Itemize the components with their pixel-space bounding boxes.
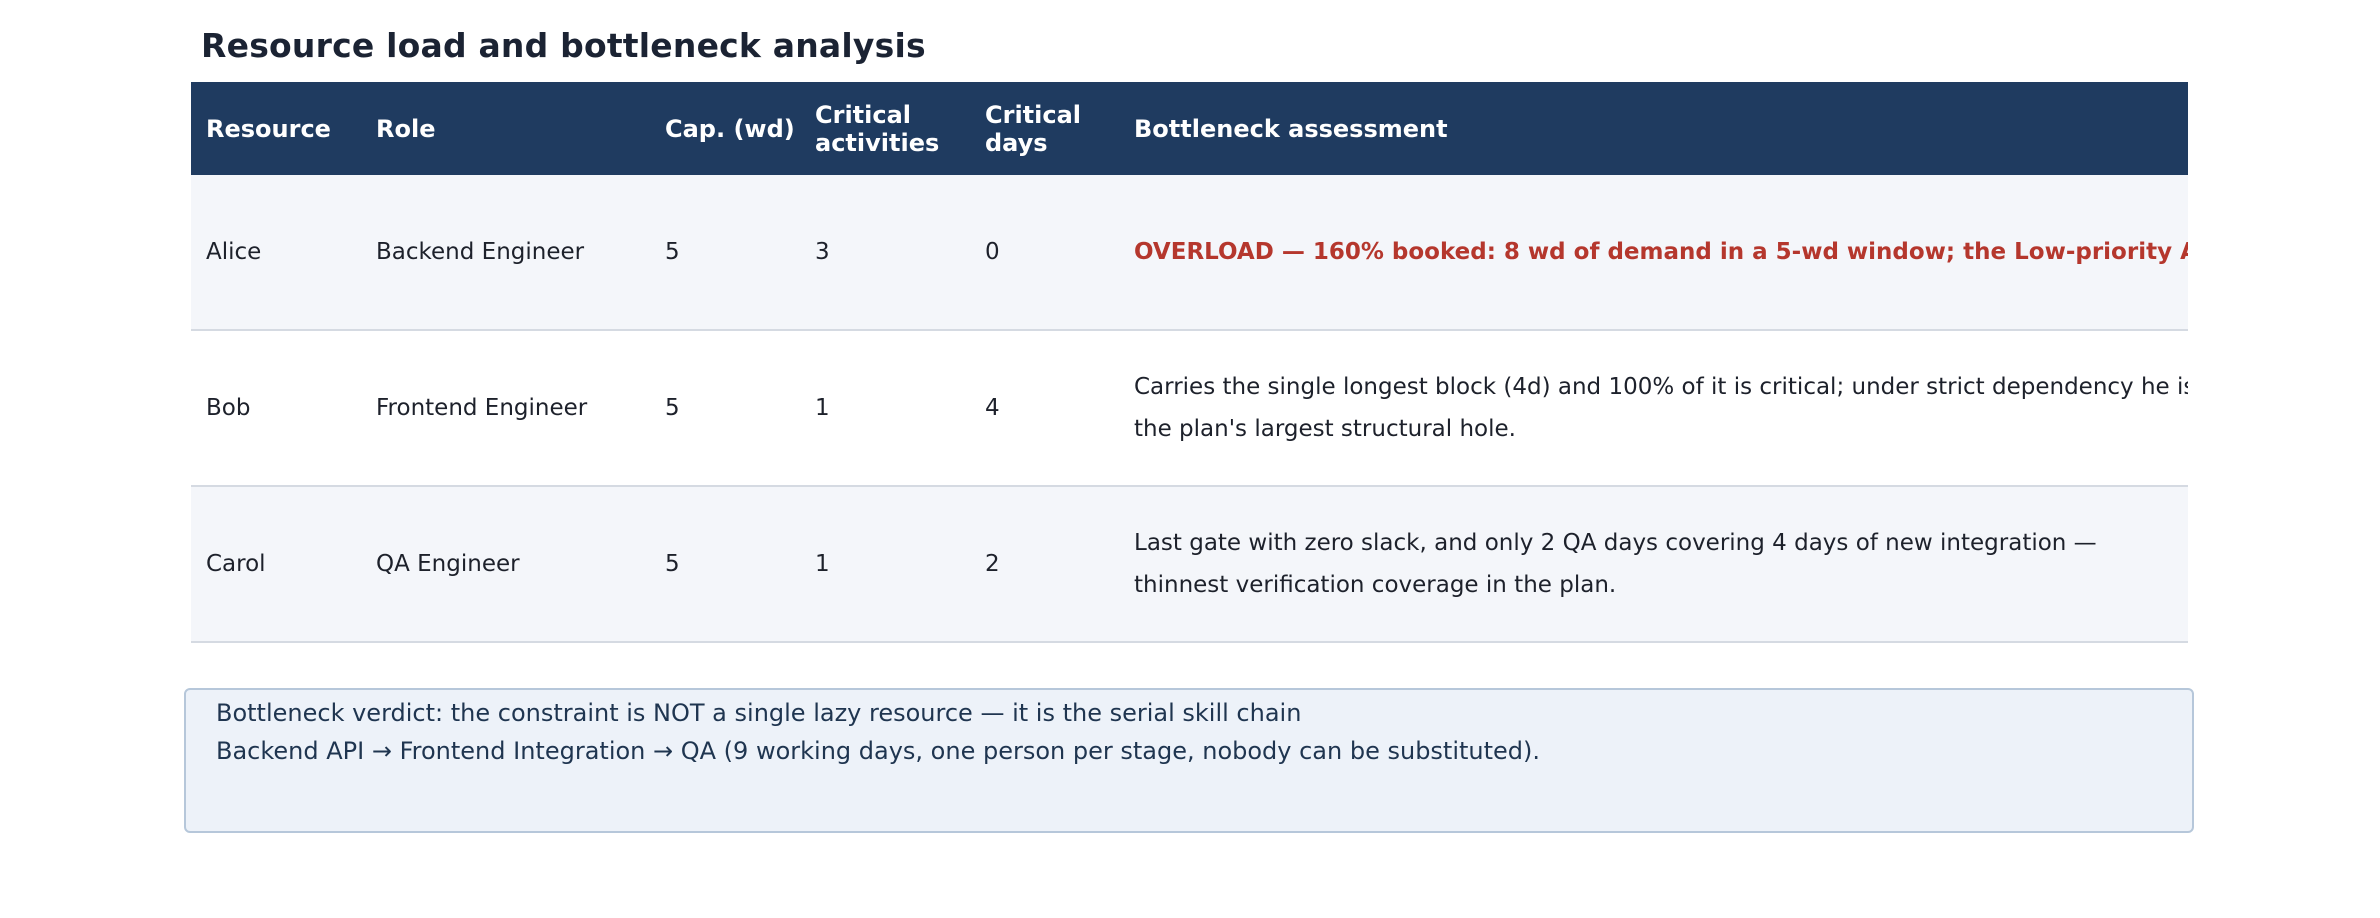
header-resource: Resource — [206, 114, 331, 143]
table-row: Carol QA Engineer 5 1 2 Last gate with z… — [191, 487, 2188, 643]
header-critical-activities: Critical activities — [815, 100, 940, 157]
cell-role: Frontend Engineer — [376, 395, 588, 421]
cell-capacity: 5 — [665, 239, 680, 265]
cell-critical-activities: 1 — [815, 395, 830, 421]
cell-role: Backend Engineer — [376, 239, 585, 265]
assessment-line: thinnest verification coverage in the pl… — [1134, 572, 1617, 598]
cell-resource: Carol — [206, 551, 266, 577]
cell-critical-days: 2 — [985, 551, 1000, 577]
table-row: Bob Frontend Engineer 5 1 4 Carries the … — [191, 331, 2188, 487]
bottleneck-verdict-box: Bottleneck verdict: the constraint is NO… — [184, 688, 2194, 833]
cell-critical-days: 4 — [985, 395, 1000, 421]
table-header-row: Resource Role Cap. (wd) Critical activit… — [191, 82, 2188, 175]
cell-role: QA Engineer — [376, 551, 520, 577]
resource-table: Resource Role Cap. (wd) Critical activit… — [191, 82, 2188, 648]
header-critical-days: Critical days — [985, 100, 1082, 157]
table-row: Alice Backend Engineer 5 3 0 OVERLOAD — … — [191, 175, 2188, 331]
assessment-line: Last gate with zero slack, and only 2 QA… — [1134, 530, 2097, 556]
header-capacity: Cap. (wd) — [665, 114, 795, 143]
page-title: Resource load and bottleneck analysis — [201, 26, 926, 65]
cell-critical-activities: 1 — [815, 551, 830, 577]
cell-critical-days: 0 — [985, 239, 1000, 265]
cell-capacity: 5 — [665, 551, 680, 577]
cell-resource: Alice — [206, 239, 262, 265]
assessment-line: Carries the single longest block (4d) an… — [1134, 374, 2188, 400]
verdict-line: Bottleneck verdict: the constraint is NO… — [216, 699, 1302, 727]
cell-assessment-overload: OVERLOAD — 160% booked: 8 wd of demand i… — [1134, 239, 2188, 265]
cell-assessment: Carries the single longest block (4d) an… — [1134, 331, 2188, 485]
header-bottleneck-assessment: Bottleneck assessment — [1134, 114, 1448, 143]
assessment-line: the plan's largest structural hole. — [1134, 416, 1516, 442]
cell-resource: Bob — [206, 395, 251, 421]
cell-critical-activities: 3 — [815, 239, 830, 265]
verdict-line: Backend API → Frontend Integration → QA … — [216, 737, 1541, 765]
header-role: Role — [376, 114, 436, 143]
cell-assessment: Last gate with zero slack, and only 2 QA… — [1134, 487, 2188, 641]
cell-capacity: 5 — [665, 395, 680, 421]
